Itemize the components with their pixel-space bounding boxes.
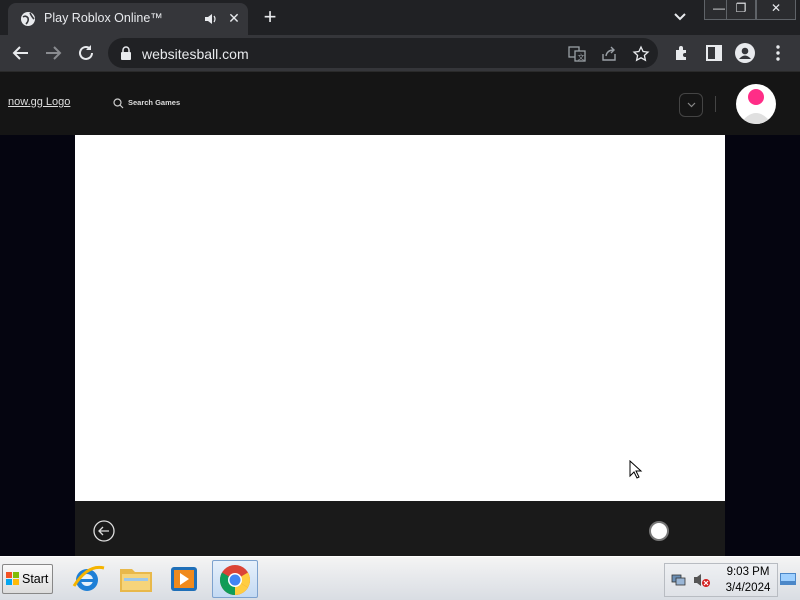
back-circle-icon[interactable] — [93, 520, 115, 542]
extensions-puzzle-icon[interactable] — [672, 43, 692, 63]
forward-arrow-icon[interactable] — [42, 42, 64, 64]
profile-icon[interactable] — [735, 43, 755, 63]
site-logo[interactable]: now.gg Logo — [8, 96, 70, 108]
site-header: now.gg Logo Search Games — [0, 71, 800, 135]
tab-close-button[interactable]: ✕ — [226, 10, 242, 26]
windows-taskbar: Start 9:03 PM 3/4/2024 — [0, 556, 800, 600]
show-desktop-icon[interactable] — [780, 573, 796, 585]
search-icon — [113, 98, 124, 109]
new-tab-button[interactable]: + — [258, 6, 282, 30]
chevron-down-icon[interactable] — [670, 8, 690, 26]
url-text[interactable]: websitesball.com — [142, 46, 249, 62]
translate-icon[interactable]: 文 — [568, 45, 586, 63]
share-icon[interactable] — [600, 45, 618, 63]
user-avatar-icon — [740, 89, 772, 124]
browser-toolbar: websitesball.com 文 — [0, 35, 800, 71]
more-menu-icon[interactable] — [768, 43, 788, 63]
user-avatar[interactable] — [736, 84, 776, 124]
speaker-icon[interactable] — [204, 12, 218, 26]
game-control-bar — [75, 501, 725, 556]
browser-tab-strip: Play Roblox Online™ ✕ + — ❐ ✕ — [0, 0, 800, 35]
media-player-icon[interactable] — [162, 560, 206, 598]
search-games-label: Search Games — [128, 98, 181, 107]
chevron-down-icon — [687, 102, 696, 108]
back-arrow-icon[interactable] — [10, 42, 32, 64]
lock-icon[interactable] — [120, 46, 132, 60]
internet-explorer-icon[interactable] — [66, 560, 110, 598]
system-clock[interactable]: 9:03 PM 3/4/2024 — [722, 564, 774, 596]
start-label: Start — [22, 572, 49, 586]
side-panel-icon[interactable] — [704, 43, 724, 63]
clock-time: 9:03 PM — [726, 566, 770, 578]
window-restore-button[interactable]: ❐ — [726, 0, 756, 20]
mouse-cursor-icon — [629, 460, 643, 479]
home-button[interactable] — [649, 521, 669, 541]
clock-date: 3/4/2024 — [725, 582, 771, 594]
volume-muted-icon[interactable] — [693, 572, 711, 588]
network-icon[interactable] — [671, 572, 687, 588]
chrome-icon — [219, 565, 251, 595]
tab-title: Play Roblox Online™ — [44, 11, 163, 25]
address-bar[interactable]: websitesball.com 文 — [108, 38, 658, 68]
reload-icon[interactable] — [75, 42, 97, 64]
globe-icon — [21, 12, 35, 26]
start-button[interactable]: Start — [2, 564, 53, 594]
svg-text:文: 文 — [578, 53, 585, 62]
game-frame[interactable] — [75, 135, 725, 501]
chrome-taskbar-button[interactable] — [212, 560, 258, 598]
header-divider — [715, 96, 716, 112]
browser-tab[interactable]: Play Roblox Online™ ✕ — [8, 3, 248, 35]
windows-logo-icon — [6, 572, 19, 585]
file-explorer-icon[interactable] — [114, 560, 158, 598]
dropdown-button[interactable] — [679, 93, 703, 117]
bookmark-star-icon[interactable] — [632, 45, 650, 63]
window-close-button[interactable]: ✕ — [756, 0, 796, 20]
